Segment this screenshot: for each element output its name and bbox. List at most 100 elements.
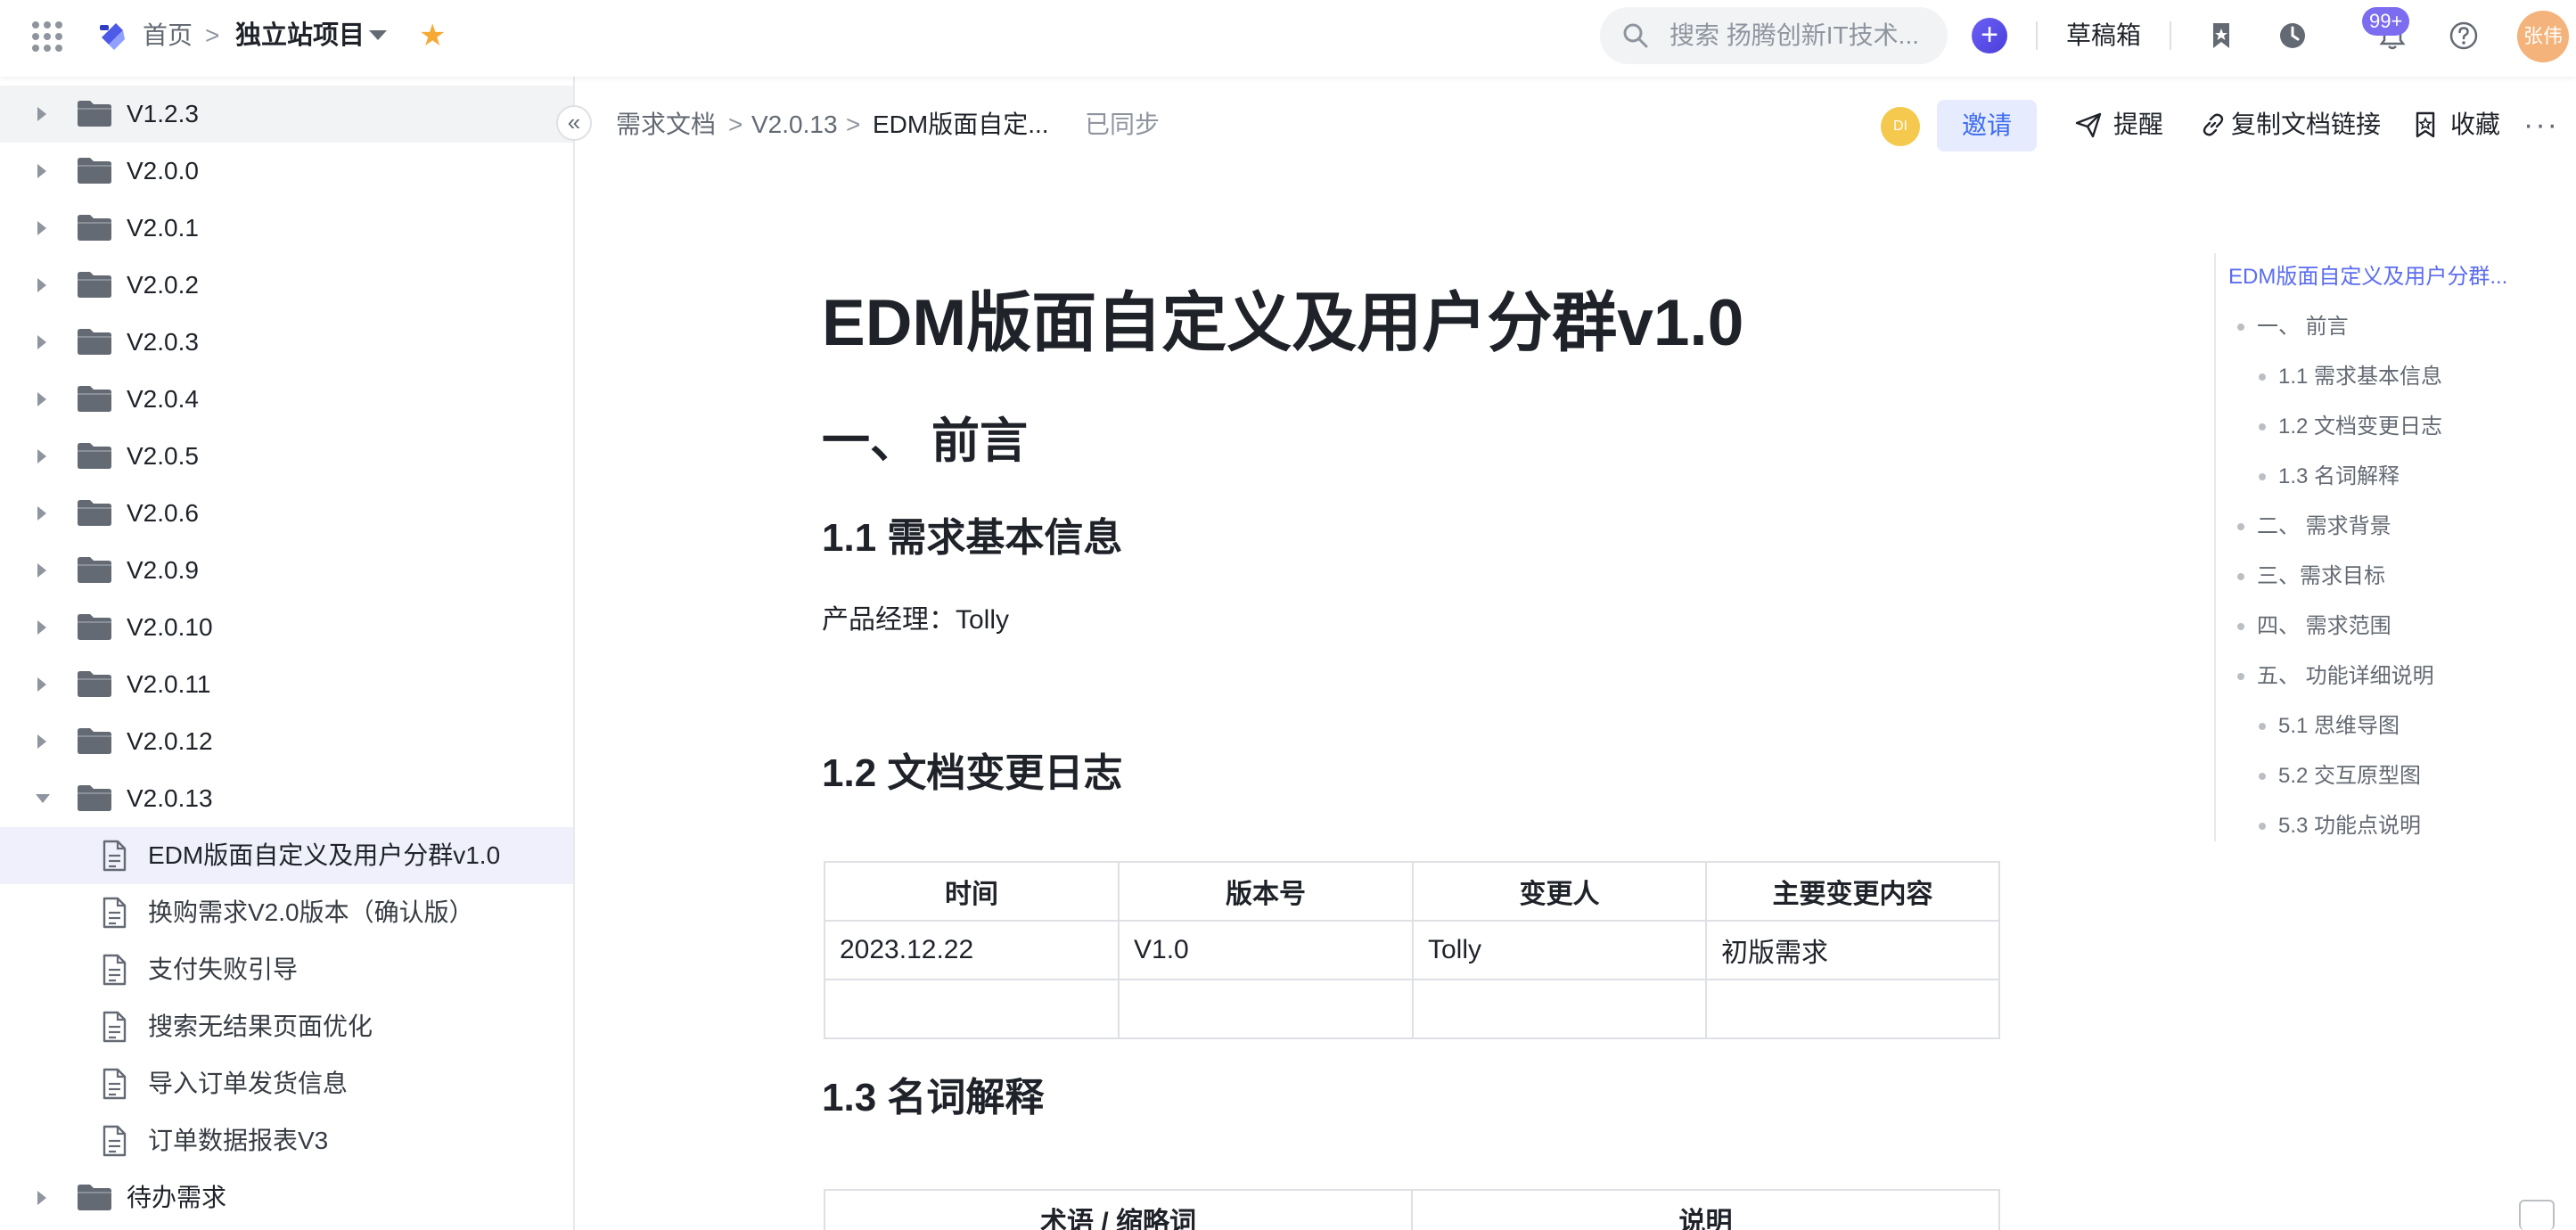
help-icon[interactable] [2448, 20, 2480, 52]
caret-right-icon[interactable] [37, 449, 46, 463]
table-header-cell: 术语 / 缩略词 [824, 1189, 1413, 1230]
sidebar-folder[interactable]: V2.0.4 [0, 371, 573, 428]
caret-right-icon[interactable] [37, 563, 46, 578]
sidebar-folder[interactable]: V2.0.13 [0, 770, 573, 827]
sidebar-doc[interactable]: EDM版面自定义及用户分群v1.0 [0, 827, 573, 884]
sidebar-folder[interactable]: V2.0.11 [0, 656, 573, 713]
sidebar-doc-label: 支付失败引导 [148, 955, 299, 983]
outline-item[interactable]: 一、 前言 [2257, 312, 2349, 342]
outline-item[interactable]: 四、 需求范围 [2257, 611, 2391, 642]
breadcrumb-item[interactable]: V2.0.13 [751, 107, 838, 143]
caret-down-icon[interactable] [36, 794, 50, 803]
page-title: EDM版面自定义及用户分群v1.0 [822, 287, 1744, 359]
sidebar-folder-label: V2.0.11 [127, 670, 211, 698]
project-selector[interactable]: 独立站项目 [235, 18, 365, 53]
sidebar-folder[interactable]: V2.0.2 [0, 257, 573, 314]
sidebar-folder[interactable]: V2.0.12 [0, 713, 573, 770]
sidebar-folder[interactable]: 待办需求 [0, 1169, 573, 1226]
keyboard-shortcut-icon[interactable] [2519, 1200, 2555, 1230]
invite-button[interactable]: 邀请 [1937, 100, 2037, 152]
folder-icon [78, 272, 111, 298]
outline-item[interactable]: 1.3 名词解释 [2278, 462, 2400, 492]
chevron-down-icon[interactable] [369, 30, 387, 40]
table-cell[interactable] [1412, 979, 1707, 1039]
search-box[interactable]: 搜索 扬腾创新IT技术... [1600, 7, 1948, 64]
sidebar-doc[interactable]: 订单数据报表V3 [0, 1112, 573, 1169]
caret-right-icon[interactable] [37, 734, 46, 749]
table-cell[interactable]: 2023.12.22 [824, 920, 1120, 980]
favorite-label: 收藏 [2450, 111, 2501, 138]
breadcrumb-current: EDM版面自定... [873, 111, 1049, 138]
home-link[interactable]: 首页 [143, 18, 193, 53]
sidebar-folder[interactable]: V2.0.5 [0, 428, 573, 485]
folder-icon [78, 500, 111, 526]
changelog-table: 时间 版本号 变更人 主要变更内容 2023.12.22 V1.0 Tolly … [824, 861, 2000, 1039]
sidebar-folder[interactable]: V2.0.0 [0, 143, 573, 200]
outline-item[interactable]: 5.3 功能点说明 [2278, 811, 2421, 841]
app-grid-icon[interactable] [32, 21, 62, 52]
table-cell[interactable] [824, 979, 1120, 1039]
outline-item[interactable]: 五、 功能详细说明 [2257, 661, 2434, 692]
outline-item[interactable]: 三、需求目标 [2257, 562, 2385, 592]
history-clock-icon[interactable] [2277, 20, 2309, 52]
sidebar-doc[interactable]: 支付失败引导 [0, 941, 573, 998]
sidebar-folder[interactable]: V2.0.3 [0, 314, 573, 371]
sidebar-folder[interactable]: V2.0.1 [0, 200, 573, 257]
star-icon[interactable]: ★ [419, 18, 446, 53]
caret-right-icon[interactable] [37, 392, 46, 406]
folder-icon [78, 386, 111, 412]
sidebar-folder-label: V2.0.10 [127, 613, 213, 641]
outline-item[interactable]: 5.2 交互原型图 [2278, 761, 2421, 791]
caret-right-icon[interactable] [37, 221, 46, 235]
outline-item[interactable]: 1.2 文档变更日志 [2278, 412, 2442, 442]
outline-bullet-icon [2259, 473, 2266, 480]
product-logo-icon[interactable] [94, 18, 130, 53]
caret-right-icon[interactable] [37, 506, 46, 521]
collaborator-avatar[interactable]: DI [1881, 107, 1920, 146]
outline-bullet-icon [2259, 423, 2266, 430]
sidebar-folder-label: V2.0.0 [127, 157, 199, 184]
caret-right-icon[interactable] [37, 677, 46, 692]
table-cell[interactable] [1705, 979, 2000, 1039]
more-options-button[interactable]: ··· [2523, 107, 2559, 143]
sidebar-doc[interactable]: 搜索无结果页面优化 [0, 998, 573, 1055]
table-cell[interactable]: Tolly [1412, 920, 1707, 980]
document-outline: EDM版面自定义及用户分群... 一、 前言 1.1 需求基本信息 1.2 文档变更日… [2214, 253, 2576, 841]
outline-item[interactable]: EDM版面自定义及用户分群... [2228, 262, 2507, 292]
user-avatar[interactable]: 张伟 [2517, 11, 2569, 62]
outline-item[interactable]: 1.1 需求基本信息 [2278, 362, 2442, 392]
breadcrumb-item[interactable]: 需求文档 [616, 107, 716, 143]
caret-right-icon[interactable] [37, 1191, 46, 1205]
collapse-sidebar-icon[interactable]: « [556, 105, 592, 141]
sidebar-doc[interactable]: 换购需求V2.0版本（确认版） [0, 884, 573, 941]
copy-link-button[interactable]: 复制文档链接 [2199, 107, 2381, 143]
outline-item[interactable]: 二、 需求背景 [2257, 512, 2391, 542]
sidebar-doc[interactable]: 导入订单发货信息 [0, 1055, 573, 1112]
caret-right-icon[interactable] [37, 335, 46, 349]
remind-button[interactable]: 提醒 [2074, 107, 2172, 143]
outline-item[interactable]: 5.1 思维导图 [2278, 711, 2400, 742]
caret-right-icon[interactable] [37, 620, 46, 635]
drafts-button[interactable]: 草稿箱 [2066, 18, 2141, 53]
breadcrumb-separator: > [846, 111, 861, 138]
caret-right-icon[interactable] [37, 278, 46, 292]
folder-icon [78, 728, 111, 754]
copy-link-label: 复制文档链接 [2231, 111, 2382, 138]
sidebar-doc-label: EDM版面自定义及用户分群v1.0 [148, 841, 501, 869]
bookmark-icon[interactable] [2205, 20, 2237, 52]
table-cell[interactable]: 初版需求 [1705, 920, 2000, 980]
folder-icon [78, 1185, 111, 1210]
caret-right-icon[interactable] [37, 107, 46, 121]
table-cell[interactable] [1118, 979, 1414, 1039]
sidebar-folder[interactable]: V2.0.10 [0, 599, 573, 656]
table-header-cell: 说明 [1411, 1189, 2000, 1230]
caret-right-icon[interactable] [37, 164, 46, 178]
divider [2036, 21, 2038, 50]
sidebar-folder[interactable]: V1.2.3 [0, 86, 573, 143]
document-icon [103, 840, 127, 872]
sidebar-folder[interactable]: V2.0.6 [0, 485, 573, 542]
favorite-button[interactable]: 收藏 [2411, 107, 2509, 143]
create-button[interactable]: + [1972, 18, 2007, 53]
sidebar-folder[interactable]: V2.0.9 [0, 542, 573, 599]
table-cell[interactable]: V1.0 [1118, 920, 1414, 980]
